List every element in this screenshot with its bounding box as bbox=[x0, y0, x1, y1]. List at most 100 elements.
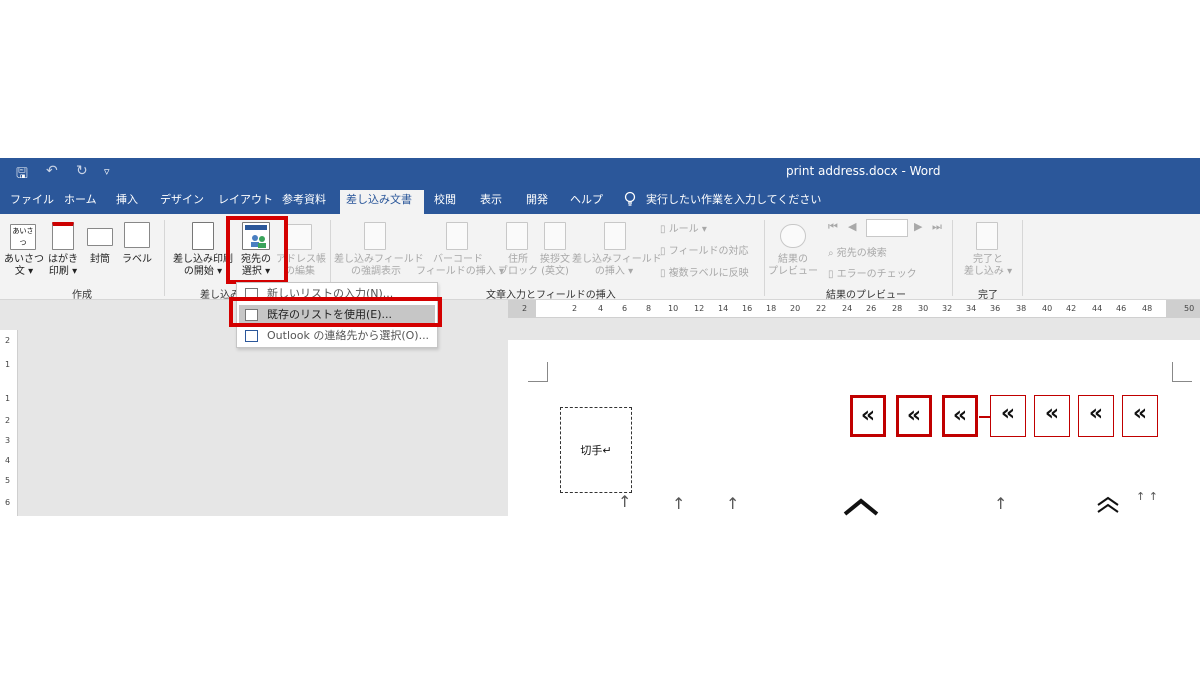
merge-field-box[interactable]: « bbox=[1034, 395, 1070, 437]
postcard-label-2: 印刷 ▾ bbox=[48, 266, 78, 277]
merge-field-box[interactable]: « bbox=[850, 395, 886, 437]
tab-layout[interactable]: レイアウト bbox=[212, 190, 279, 214]
menu-item-outlook-contacts[interactable]: Outlook の連絡先から選択(O)... bbox=[239, 326, 435, 346]
tab-mailings[interactable]: 差し込み文書 bbox=[340, 190, 424, 214]
greeting-line-label-1: 挨拶文 bbox=[540, 254, 570, 265]
merge-field-box[interactable]: « bbox=[942, 395, 978, 437]
save-icon[interactable]: 🖫 bbox=[16, 163, 28, 187]
label-sheet-icon bbox=[124, 222, 150, 248]
tab-review[interactable]: 校閲 bbox=[428, 190, 462, 214]
group-separator bbox=[1022, 220, 1023, 296]
ruler-tick: 18 bbox=[766, 304, 777, 313]
tab-view[interactable]: 表示 bbox=[474, 190, 508, 214]
vertical-ruler: 2 1 1 2 3 4 5 6 bbox=[0, 330, 18, 516]
undo-icon[interactable]: ↶ bbox=[46, 163, 58, 179]
greeting-letter-icon: あいさつ bbox=[10, 224, 36, 250]
envelope-icon bbox=[87, 228, 113, 246]
insert-barcode-field-button[interactable]: バーコード フィールドの挿入 ▾ bbox=[416, 254, 504, 278]
vruler-tick: 5 bbox=[5, 476, 11, 485]
address-block-label-1: 住所 bbox=[508, 254, 528, 265]
tab-home[interactable]: ホーム bbox=[58, 190, 103, 214]
tab-insert[interactable]: 挿入 bbox=[110, 190, 144, 214]
postcard-print-button[interactable]: はがき 印刷 ▾ bbox=[44, 254, 82, 278]
customize-quick-access-icon[interactable]: ▿ bbox=[104, 165, 110, 178]
ruler-tick: 38 bbox=[1016, 304, 1027, 313]
ruler-tick: 30 bbox=[918, 304, 929, 313]
stamp-box[interactable]: 切手↵ bbox=[560, 407, 632, 493]
outlook-contacts-icon bbox=[245, 330, 258, 342]
start-mail-merge-icon bbox=[192, 222, 214, 250]
envelope-label: 封筒 bbox=[90, 254, 110, 265]
finish-label-1: 完了と bbox=[973, 254, 1003, 265]
merge-field-box[interactable]: « bbox=[1122, 395, 1158, 437]
rules-button[interactable]: ▯ ルール ▾ bbox=[660, 220, 707, 235]
labels-button[interactable]: ラベル bbox=[120, 254, 154, 266]
greeting-line-label-2: (英文) bbox=[541, 266, 569, 277]
finish-merge-icon bbox=[976, 222, 998, 250]
margin-corner-mark bbox=[1172, 362, 1192, 382]
tab-help[interactable]: ヘルプ bbox=[564, 190, 609, 214]
ruler-tick: 48 bbox=[1142, 304, 1153, 313]
ruler-tick: 14 bbox=[718, 304, 729, 313]
check-errors-button[interactable]: ▯ エラーのチェック bbox=[828, 265, 917, 280]
highlight-fields-icon bbox=[364, 222, 386, 250]
previous-record-icon[interactable]: ◀ bbox=[848, 220, 856, 233]
edit-recipient-list-icon bbox=[286, 224, 312, 250]
insert-merge-field-icon bbox=[604, 222, 626, 250]
greeting-label-1: あいさつ bbox=[4, 254, 44, 265]
group-separator bbox=[952, 220, 953, 296]
find-recipient-button[interactable]: ⌕ 宛先の検索 bbox=[828, 244, 887, 259]
ribbon-tabs: ファイル ホーム 挿入 デザイン レイアウト 参考資料 差し込み文書 校閲 表示… bbox=[0, 186, 1200, 214]
ruler-tick: 42 bbox=[1066, 304, 1077, 313]
group-preview-label: 結果のプレビュー bbox=[826, 290, 906, 301]
highlight-merge-fields-button[interactable]: 差し込みフィールド の強調表示 bbox=[334, 254, 424, 278]
ruler-tick: 10 bbox=[668, 304, 679, 313]
next-record-icon[interactable]: ▶ bbox=[914, 220, 922, 233]
preview-results-icon bbox=[780, 224, 806, 248]
merge-field-box[interactable]: « bbox=[990, 395, 1026, 437]
update-labels-button[interactable]: ▯ 複数ラベルに反映 bbox=[660, 264, 749, 279]
insert-merge-field-button[interactable]: 差し込みフィールド の挿入 ▾ bbox=[572, 254, 662, 278]
ruler-tick: 2 bbox=[522, 304, 528, 313]
greeting-letter-button[interactable]: あいさつ 文 ▾ bbox=[4, 254, 44, 278]
postcard-label-1: はがき bbox=[48, 254, 78, 265]
ruler-tick: 20 bbox=[790, 304, 801, 313]
redo-icon[interactable]: ↻ bbox=[76, 163, 88, 179]
merge-field-box[interactable]: « bbox=[896, 395, 932, 437]
ruler-tick: 2 bbox=[572, 304, 578, 313]
finish-merge-button[interactable]: 完了と 差し込み ▾ bbox=[960, 254, 1016, 278]
tab-file[interactable]: ファイル bbox=[4, 190, 60, 214]
tab-references[interactable]: 参考資料 bbox=[276, 190, 332, 214]
tell-me-search[interactable]: 実行したい作業を入力してください bbox=[640, 190, 827, 214]
find-recipient-label: 宛先の検索 bbox=[836, 248, 887, 259]
greeting-line-button[interactable]: 挨拶文 (英文) bbox=[536, 254, 574, 278]
first-record-icon[interactable]: ⏮ bbox=[828, 220, 838, 234]
highlight-select-recipients bbox=[226, 216, 288, 284]
ruler-tick: 34 bbox=[966, 304, 977, 313]
arrow-up-mark: ↑ bbox=[618, 492, 632, 511]
vruler-tick: 6 bbox=[5, 498, 11, 507]
group-finish-label: 完了 bbox=[978, 290, 998, 301]
highlight-label-1: 差し込みフィールド bbox=[334, 254, 424, 265]
tab-developer[interactable]: 開発 bbox=[520, 190, 554, 214]
match-fields-button[interactable]: ▯ フィールドの対応 bbox=[660, 242, 749, 257]
greeting-label-2: 文 ▾ bbox=[14, 266, 34, 277]
preview-results-button[interactable]: 結果の プレビュー bbox=[768, 254, 818, 278]
postcard-icon bbox=[52, 222, 74, 250]
envelope-button[interactable]: 封筒 bbox=[84, 254, 116, 266]
vruler-tick: 1 bbox=[5, 360, 11, 369]
merge-field-box[interactable]: « bbox=[1078, 395, 1114, 437]
margin-corner-mark bbox=[528, 362, 548, 382]
tab-design[interactable]: デザイン bbox=[154, 190, 210, 214]
address-block-button[interactable]: 住所 ブロック bbox=[498, 254, 538, 278]
highlight-label-2: の強調表示 bbox=[351, 266, 401, 277]
greeting-line-icon bbox=[544, 222, 566, 250]
ruler-tick: 6 bbox=[622, 304, 628, 313]
barcode-label-1: バーコード bbox=[433, 254, 483, 265]
check-errors-label: エラーのチェック bbox=[836, 269, 917, 280]
last-record-icon[interactable]: ⏭ bbox=[932, 220, 942, 234]
group-create-label: 作成 bbox=[72, 290, 92, 301]
record-number-input[interactable] bbox=[866, 219, 908, 237]
group-separator bbox=[764, 220, 765, 296]
ribbon-mailings: あいさつ あいさつ 文 ▾ はがき 印刷 ▾ 封筒 ラベル 作成 差し込み印刷 … bbox=[0, 214, 1200, 301]
